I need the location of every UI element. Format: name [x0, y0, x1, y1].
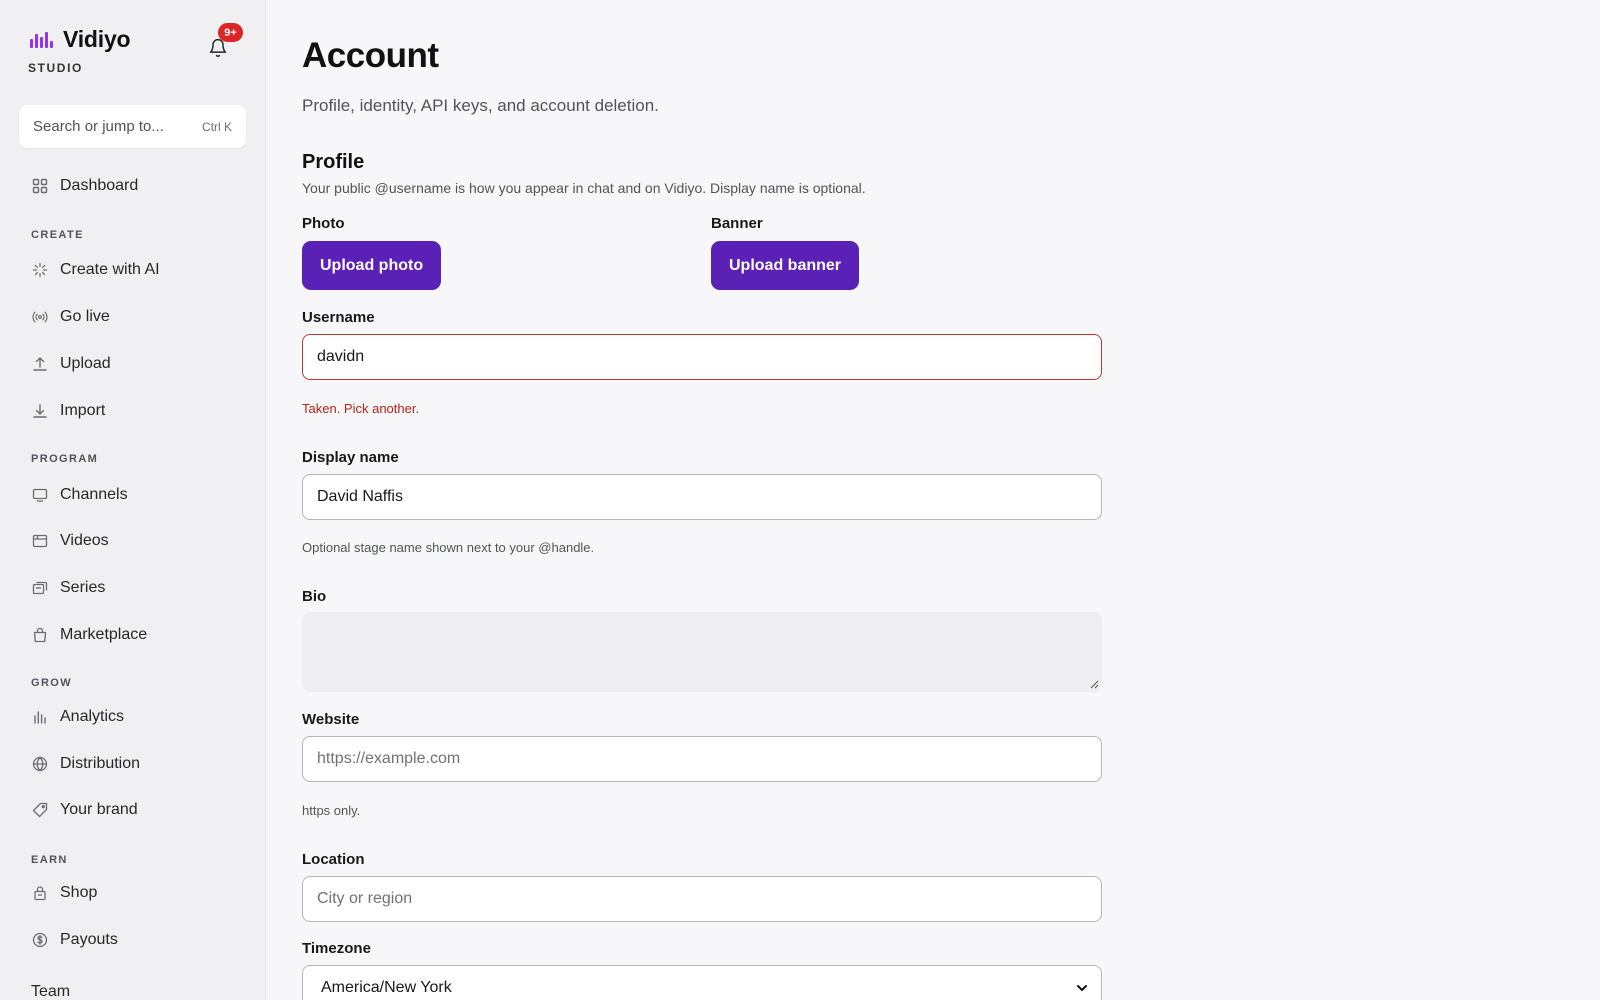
display-name-value: David Naffis	[317, 488, 403, 505]
resize-grip-icon[interactable]	[1089, 679, 1099, 689]
sidebar-item-label: Your brand	[60, 801, 138, 818]
username-error-message: Taken. Pick another.	[302, 401, 420, 416]
website-input[interactable]: https://example.com	[302, 736, 1102, 782]
sidebar-item-your-brand[interactable]: Your brand	[32, 796, 138, 824]
display-name-label: Display name	[302, 449, 399, 466]
brand-name: Vidiyo	[63, 26, 131, 52]
bar-chart-icon	[32, 709, 48, 725]
sidebar-item-label: Upload	[60, 355, 111, 372]
sidebar-item-label: Series	[60, 579, 106, 596]
globe-icon	[32, 756, 48, 772]
sidebar-search[interactable]: Search or jump to... Ctrl K	[19, 105, 246, 148]
sidebar-item-marketplace[interactable]: Marketplace	[32, 621, 147, 649]
username-label: Username	[302, 309, 375, 326]
download-icon	[32, 403, 48, 419]
banner-label: Banner	[711, 215, 763, 232]
sidebar-item-create-with-ai[interactable]: Create with AI	[32, 256, 160, 284]
location-input[interactable]: City or region	[302, 876, 1102, 922]
profile-section-description: Your public @username is how you appear …	[302, 180, 866, 196]
bio-label: Bio	[302, 588, 327, 605]
lock-bag-icon	[32, 885, 48, 901]
upload-banner-button[interactable]: Upload banner	[711, 241, 860, 290]
timezone-select[interactable]: America/New York	[302, 965, 1102, 1000]
sidebar-item-upload[interactable]: Upload	[32, 350, 111, 378]
nav-section-earn: EARN	[31, 854, 68, 866]
brand-logo-icon	[30, 31, 53, 48]
brand-subtitle: STUDIO	[28, 61, 83, 75]
nav-section-create: CREATE	[31, 229, 84, 241]
notification-count-badge: 9+	[218, 23, 243, 42]
monitor-icon	[32, 487, 48, 503]
page-title: Account	[302, 36, 439, 75]
sidebar-item-payouts[interactable]: Payouts	[32, 926, 118, 954]
photo-label: Photo	[302, 215, 345, 232]
sidebar-item-label: Channels	[60, 486, 128, 503]
broadcast-icon	[32, 309, 48, 325]
upload-icon	[32, 356, 48, 372]
sidebar-item-team[interactable]: Team	[31, 983, 70, 1000]
upload-photo-button[interactable]: Upload photo	[302, 241, 442, 290]
sidebar-item-label: Analytics	[60, 708, 125, 725]
sidebar-item-label: Marketplace	[60, 626, 148, 643]
grid-icon	[32, 178, 48, 194]
username-value: davidn	[317, 348, 365, 365]
sidebar-item-label: Shop	[60, 884, 98, 901]
profile-section-title: Profile	[302, 151, 365, 173]
timezone-value: America/New York	[321, 979, 452, 996]
sidebar-item-analytics[interactable]: Analytics	[32, 703, 124, 731]
website-label: Website	[302, 711, 360, 728]
nav-section-program: PROGRAM	[31, 453, 99, 465]
brand[interactable]: Vidiyo STUDIO	[28, 26, 131, 75]
sidebar-item-label: Payouts	[60, 931, 118, 948]
sidebar-item-series[interactable]: Series	[32, 574, 105, 602]
sidebar-item-label: Distribution	[60, 755, 141, 772]
sidebar-item-label: Import	[60, 402, 106, 419]
timezone-label: Timezone	[302, 940, 371, 957]
nav-section-grow: GROW	[31, 677, 73, 689]
film-icon	[32, 533, 48, 549]
sidebar-item-label: Videos	[60, 532, 109, 549]
sidebar-item-channels[interactable]: Channels	[32, 481, 128, 509]
stack-icon	[32, 580, 48, 596]
bio-textarea[interactable]	[302, 612, 1102, 692]
sidebar-item-label: Dashboard	[60, 177, 139, 194]
tag-icon	[32, 802, 48, 818]
sidebar-item-label: Create with AI	[60, 261, 160, 278]
chevron-down-icon	[1077, 985, 1087, 991]
sidebar-item-import[interactable]: Import	[32, 397, 105, 425]
username-input[interactable]: davidn	[302, 334, 1102, 380]
shopping-bag-icon	[32, 627, 48, 643]
sidebar: Vidiyo STUDIO 9+ Search or jump to... Ct…	[0, 0, 266, 1000]
page-subtitle: Profile, identity, API keys, and account…	[302, 96, 659, 115]
search-shortcut: Ctrl K	[202, 119, 232, 134]
sidebar-item-dashboard[interactable]: Dashboard	[32, 172, 138, 200]
dollar-circle-icon	[32, 932, 48, 948]
sidebar-item-label: Go live	[60, 308, 110, 325]
location-placeholder: City or region	[317, 890, 413, 907]
website-placeholder: https://example.com	[317, 750, 461, 767]
location-label: Location	[302, 851, 365, 868]
search-placeholder: Search or jump to...	[33, 118, 164, 135]
display-name-input[interactable]: David Naffis	[302, 474, 1102, 520]
sidebar-item-go-live[interactable]: Go live	[32, 303, 110, 331]
sidebar-item-distribution[interactable]: Distribution	[32, 750, 140, 778]
sparkle-icon	[32, 262, 48, 278]
sidebar-item-videos[interactable]: Videos	[32, 527, 109, 555]
sidebar-item-shop[interactable]: Shop	[32, 879, 97, 907]
display-name-help: Optional stage name shown next to your @…	[302, 540, 595, 555]
website-help: https only.	[302, 803, 361, 818]
